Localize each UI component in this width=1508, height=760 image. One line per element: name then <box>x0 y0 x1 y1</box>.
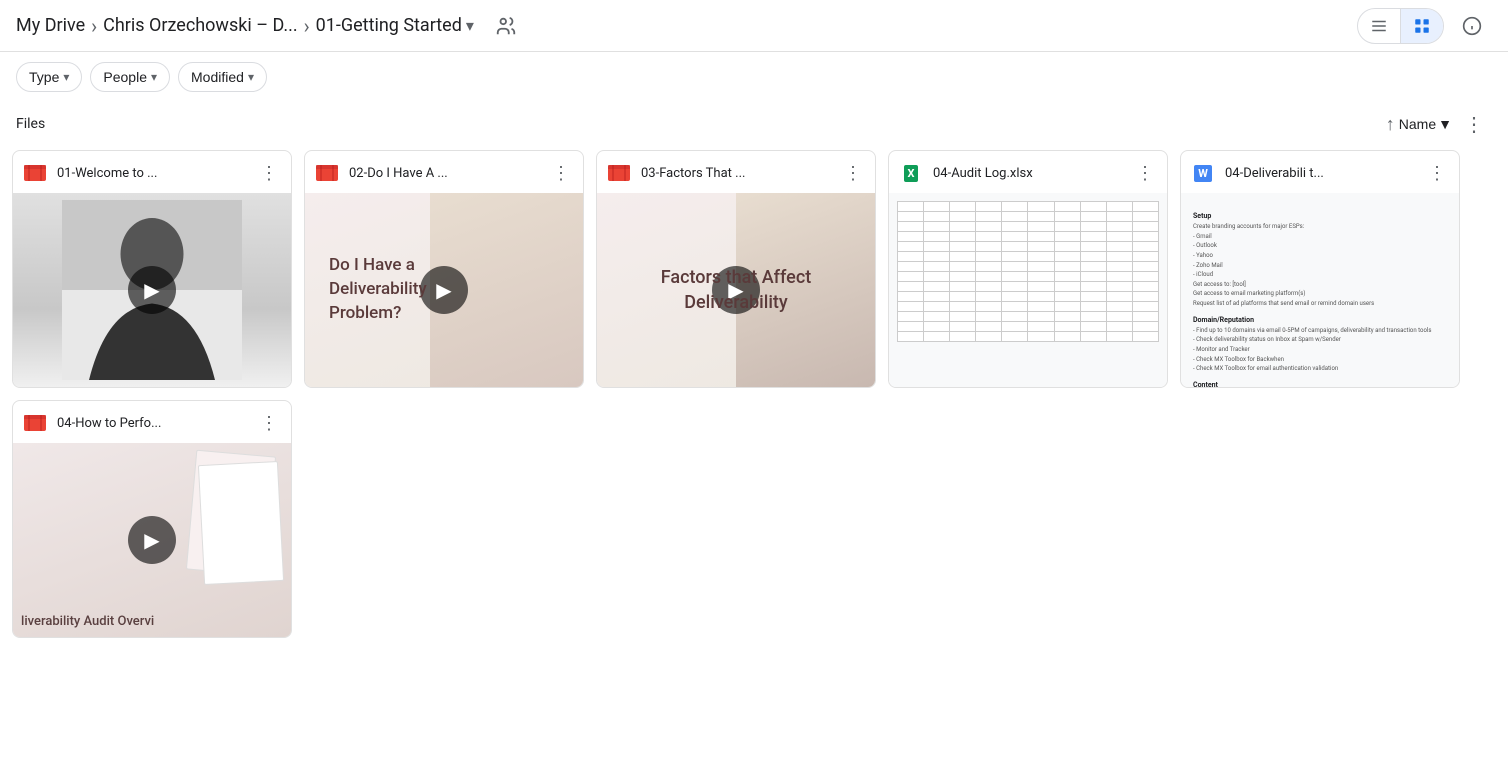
view-toggle <box>1357 8 1444 44</box>
type-filter-label: Type <box>29 69 59 85</box>
video-text-overlay: Do I Have a Deliverability Problem? <box>313 254 444 325</box>
file-card[interactable]: 02-Do I Have A ... ⋮ Do I Have a Deliver… <box>304 150 584 388</box>
xlsx-file-icon: X <box>897 159 925 187</box>
card-thumbnail: Factors that Affect Deliverability ▶ <box>597 193 875 387</box>
list-view-button[interactable] <box>1358 9 1400 43</box>
card-header: 04-How to Perfo... ⋮ <box>13 401 291 443</box>
people-filter[interactable]: People ▾ <box>90 62 170 92</box>
video-file-icon <box>21 409 49 437</box>
card-title: 02-Do I Have A ... <box>349 166 539 181</box>
card-header: 02-Do I Have A ... ⋮ <box>305 151 583 193</box>
card-menu-button[interactable]: ⋮ <box>255 159 283 187</box>
card-menu-button[interactable]: ⋮ <box>1131 159 1159 187</box>
card-header: X 04-Audit Log.xlsx ⋮ <box>889 151 1167 193</box>
video-bottom-text: liverability Audit Overvi <box>21 614 154 629</box>
card-header: W 04-Deliverabili t... ⋮ <box>1181 151 1459 193</box>
breadcrumb-folder2: 01-Getting Started <box>316 15 462 36</box>
list-icon <box>1370 17 1388 35</box>
breadcrumb: My Drive › Chris Orzechowski – D... › 01… <box>16 6 1357 46</box>
card-thumbnail <box>889 193 1167 387</box>
card-thumbnail: liverability Audit Overvi ▶ <box>13 443 291 637</box>
video-file-icon <box>313 159 341 187</box>
files-header: Files ↑ Name ▼ ⋮ <box>0 102 1508 150</box>
card-menu-button[interactable]: ⋮ <box>1423 159 1451 187</box>
shared-people-button[interactable] <box>486 6 526 46</box>
modified-filter[interactable]: Modified ▾ <box>178 62 267 92</box>
info-button[interactable] <box>1452 6 1492 46</box>
card-title: 04-How to Perfo... <box>57 416 247 431</box>
breadcrumb-current[interactable]: 01-Getting Started ▾ <box>316 15 474 36</box>
play-button[interactable]: ▶ <box>128 266 176 314</box>
file-card[interactable]: X 04-Audit Log.xlsx ⋮ <box>888 150 1168 388</box>
grid-view-button[interactable] <box>1401 9 1443 43</box>
sort-name-button[interactable]: Name ▼ <box>1399 116 1452 132</box>
film-icon <box>23 161 47 185</box>
header: My Drive › Chris Orzechowski – D... › 01… <box>0 0 1508 52</box>
card-thumbnail: ▶ <box>13 193 291 387</box>
chevron-down-icon: ▾ <box>466 16 474 35</box>
card-title: 04-Audit Log.xlsx <box>933 166 1123 181</box>
breadcrumb-sep-1: › <box>91 14 97 38</box>
breadcrumb-root[interactable]: My Drive <box>16 15 85 36</box>
film-icon <box>315 161 339 185</box>
breadcrumb-sep-2: › <box>304 14 310 38</box>
breadcrumb-folder1[interactable]: Chris Orzechowski – D... <box>103 15 298 36</box>
document-preview: Setup Create branding accounts for major… <box>1193 205 1447 387</box>
docx-file-icon: W <box>1189 159 1217 187</box>
sort-up-icon[interactable]: ↑ <box>1386 114 1395 135</box>
sort-area: ↑ Name ▼ ⋮ <box>1386 106 1492 142</box>
files-label: Files <box>16 116 1386 132</box>
file-card[interactable]: 04-How to Perfo... ⋮ liverability Audit … <box>12 400 292 638</box>
modified-filter-label: Modified <box>191 69 244 85</box>
video-file-icon <box>605 159 633 187</box>
file-card[interactable]: 01-Welcome to ... ⋮ ▶ <box>12 150 292 388</box>
filter-bar: Type ▾ People ▾ Modified ▾ <box>0 52 1508 102</box>
video-text-overlay: Factors that Affect Deliverability <box>597 265 875 315</box>
file-card[interactable]: 03-Factors That ... ⋮ Factors that Affec… <box>596 150 876 388</box>
info-icon <box>1462 16 1482 36</box>
people-icon <box>495 15 517 37</box>
film-icon <box>607 161 631 185</box>
people-filter-label: People <box>103 69 147 85</box>
card-menu-button[interactable]: ⋮ <box>255 409 283 437</box>
sort-more-button[interactable]: ⋮ <box>1456 106 1492 142</box>
sort-arrow: ▼ <box>1438 116 1452 132</box>
header-actions <box>1357 6 1492 46</box>
type-filter[interactable]: Type ▾ <box>16 62 82 92</box>
film-icon <box>23 411 47 435</box>
card-thumbnail: Do I Have a Deliverability Problem? ▶ <box>305 193 583 387</box>
card-menu-button[interactable]: ⋮ <box>547 159 575 187</box>
card-title: 03-Factors That ... <box>641 166 831 181</box>
people-filter-arrow: ▾ <box>151 70 157 84</box>
card-header: 01-Welcome to ... ⋮ <box>13 151 291 193</box>
spreadsheet-preview <box>897 201 1159 342</box>
file-card[interactable]: W 04-Deliverabili t... ⋮ Setup Create br… <box>1180 150 1460 388</box>
grid-icon <box>1413 17 1431 35</box>
card-thumbnail: Setup Create branding accounts for major… <box>1181 193 1459 387</box>
docx-icon: W <box>1194 165 1212 182</box>
files-grid: 01-Welcome to ... ⋮ ▶ <box>0 150 1508 638</box>
modified-filter-arrow: ▾ <box>248 70 254 84</box>
card-title: 01-Welcome to ... <box>57 166 247 181</box>
card-menu-button[interactable]: ⋮ <box>839 159 867 187</box>
video-file-icon <box>21 159 49 187</box>
xlsx-icon: X <box>904 165 919 182</box>
card-header: 03-Factors That ... ⋮ <box>597 151 875 193</box>
type-filter-arrow: ▾ <box>63 70 69 84</box>
card-title: 04-Deliverabili t... <box>1225 166 1415 181</box>
play-button[interactable]: ▶ <box>128 516 176 564</box>
sort-name-label: Name <box>1399 116 1436 132</box>
